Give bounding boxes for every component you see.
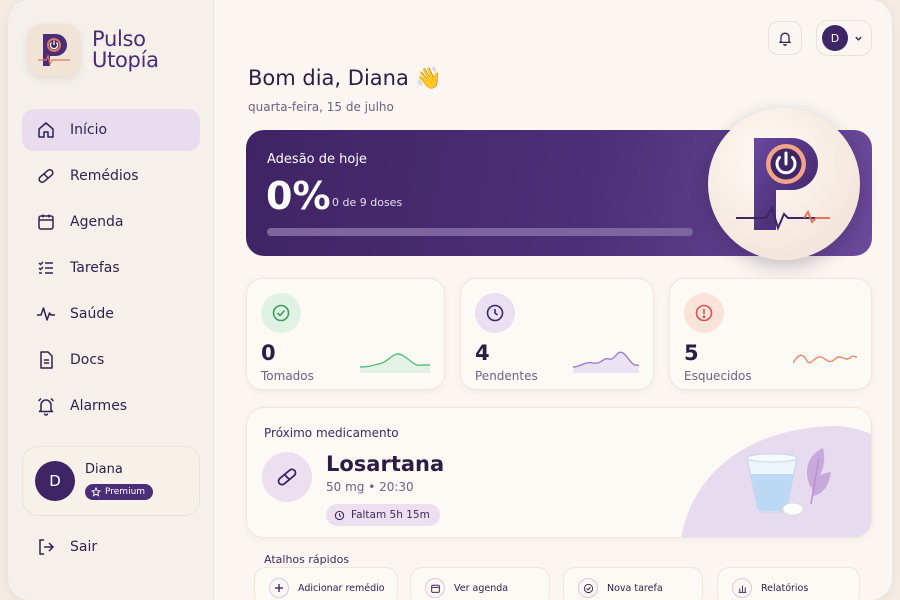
nav-item-tarefas[interactable]: Tarefas [22,247,200,289]
pulse-logo-icon [736,138,830,231]
shortcut-label: Adicionar remédio [298,583,385,594]
nav-item-alarmes[interactable]: Alarmes [22,385,200,427]
nav-item-remedios[interactable]: Remédios [22,155,200,197]
brand-logo-icon [28,24,80,76]
profile-menu-button[interactable]: D [816,20,872,56]
sparkline-green [360,353,430,373]
stat-label: Pendentes [475,369,538,383]
star-icon [91,486,101,497]
clock-icon [475,293,515,333]
nav-label: Tarefas [70,260,120,276]
plus-icon [269,578,289,598]
notifications-button[interactable] [768,21,802,55]
premium-label: Premium [105,486,146,497]
chevron-down-icon [855,36,862,41]
next-medication-title: Próximo medicamento [264,426,399,440]
adherence-percent: 0% [266,174,331,218]
logout-label: Sair [70,539,98,555]
shortcut-view-agenda[interactable]: Ver agenda [410,567,550,600]
medication-dose: 50 mg • 20:30 [326,480,414,494]
nav-label: Remédios [70,168,139,184]
current-date: quarta-feira, 15 de julho [248,100,394,114]
nav-label: Agenda [70,214,124,230]
home-icon [38,122,54,138]
sparkline-orange [793,354,857,364]
greeting-title: Bom dia, Diana 👋 [248,66,442,90]
nav-item-docs[interactable]: Docs [22,339,200,381]
next-medication-card[interactable]: Próximo medicamento Losartana 50 mg • 20… [246,407,872,538]
shortcut-new-task[interactable]: Nova tarefa [563,567,703,600]
adherence-doses: 0 de 9 doses [332,196,403,209]
nav-item-agenda[interactable]: Agenda [22,201,200,243]
clock-icon [334,510,345,520]
calendar-icon [38,214,54,230]
main-nav: Início Remédios Agenda Tarefas Saúde Doc… [22,109,200,431]
time-remaining-label: Faltam 5h 15m [351,509,430,521]
user-name: Diana [85,461,123,477]
app-window: Pulso Utopía Início Remédios Agenda Tare… [8,0,892,600]
avatar: D [822,25,848,51]
adherence-progress-bar [267,228,693,236]
nav-label: Alarmes [70,398,128,414]
nav-item-inicio[interactable]: Início [22,109,200,151]
stat-label: Esquecidos [684,369,752,383]
stat-label: Tomados [261,369,314,383]
shortcut-label: Relatórios [761,583,809,594]
document-icon [40,351,53,369]
nav-item-saude[interactable]: Saúde [22,293,200,335]
shortcut-add-medication[interactable]: Adicionar remédio [254,567,398,600]
stat-card-tomados[interactable]: 0 Tomados [246,278,445,390]
pulse-icon [37,307,55,321]
check-circle-icon [578,578,598,598]
shortcut-label: Nova tarefa [607,583,663,594]
stat-card-esquecidos[interactable]: 5 Esquecidos [669,278,872,390]
avatar: D [35,461,75,501]
sidebar: Pulso Utopía Início Remédios Agenda Tare… [8,0,214,600]
alarm-icon [37,397,55,416]
shortcut-label: Ver agenda [454,583,509,594]
sparkline-purple [573,351,639,373]
calendar-icon [425,578,445,598]
bell-icon [779,32,791,46]
stat-value: 0 [261,341,276,365]
premium-badge: Premium [85,483,154,500]
check-circle-icon [261,293,301,333]
logout-icon [39,539,55,555]
header-actions: D [768,20,872,56]
alert-circle-icon [684,293,724,333]
time-remaining-badge: Faltam 5h 15m [326,504,440,526]
user-card[interactable]: D Diana Premium [22,446,200,516]
brand[interactable]: Pulso Utopía [28,24,159,76]
stat-value: 5 [684,341,699,365]
medication-name: Losartana [326,452,445,476]
stat-card-pendentes[interactable]: 4 Pendentes [460,278,654,390]
bar-chart-icon [732,578,752,598]
glass-of-water-illustration [681,426,871,537]
adherence-title: Adesão de hoje [267,152,367,167]
nav-label: Saúde [70,306,114,322]
brand-name-line1: Pulso [92,27,146,51]
shortcut-reports[interactable]: Relatórios [717,567,860,600]
tasks-icon [38,261,53,274]
shortcuts-title: Atalhos rápidos [264,553,350,566]
app-logo-illustration [708,108,860,260]
pill-icon [38,169,54,183]
nav-label: Docs [70,352,105,368]
pill-icon [262,452,312,502]
logout-button[interactable]: Sair [36,537,97,557]
brand-name-line2: Utopía [92,48,159,72]
stat-value: 4 [475,341,490,365]
nav-label: Início [70,122,108,138]
